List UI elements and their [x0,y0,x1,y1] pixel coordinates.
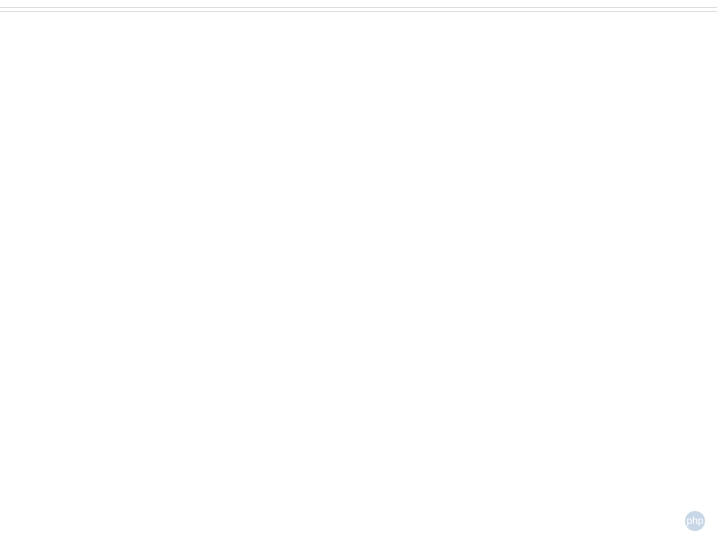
debug-scope-panel [0,11,717,18]
php-logo-icon: php [685,511,705,531]
numbered-code-block [0,7,717,8]
watermark: php [685,511,709,531]
top-code-block [0,0,717,4]
